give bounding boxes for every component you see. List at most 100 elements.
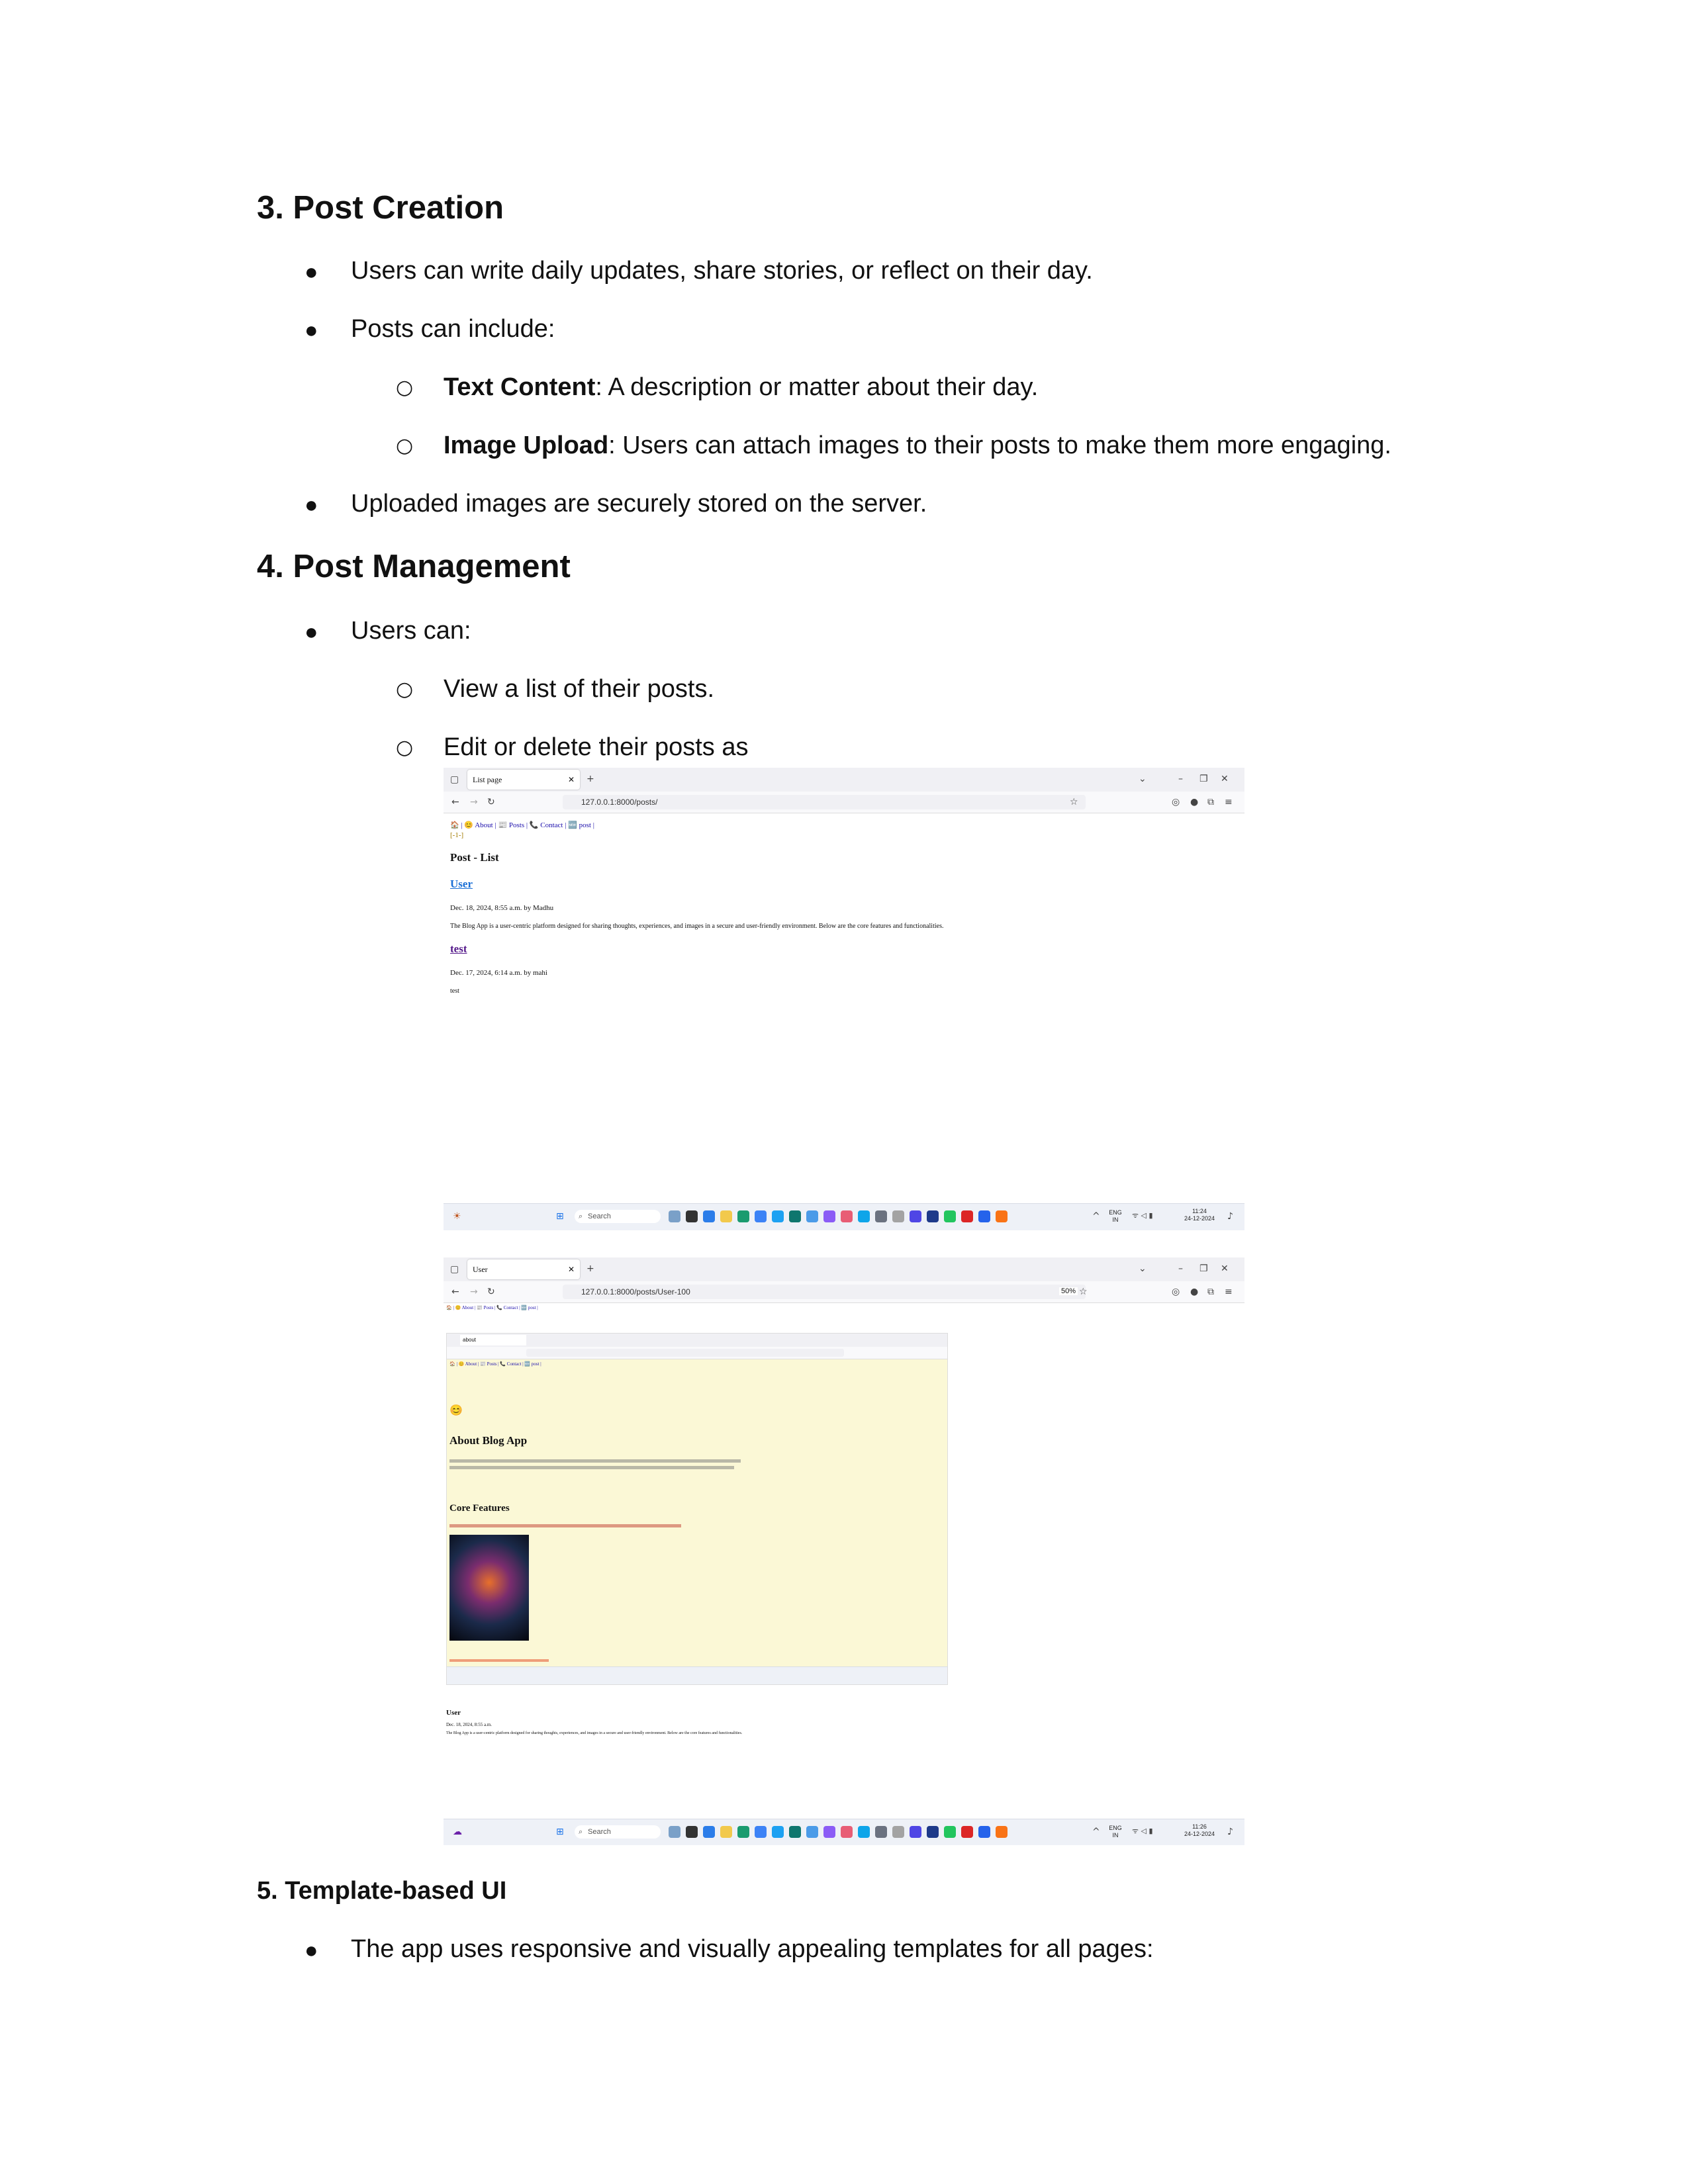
close-tab-icon[interactable]: ✕ (568, 1259, 575, 1279)
page-title: Post - List (450, 851, 499, 864)
bullet-icon: ● (305, 1938, 318, 1963)
text-post-creation-sub2: Image Upload: Users can attach images to… (444, 432, 1391, 460)
url-field[interactable]: 127.0.0.1:8000/posts/User-100 (563, 1285, 1086, 1299)
screenshot-post-detail: ▢ User ✕ + ⌄ – ❐ ✕ ← → ↻ 127.0.0.1:8000/… (444, 1257, 1244, 1845)
star-icon[interactable]: ☆ (1070, 797, 1078, 807)
chevron-down-icon[interactable]: ⌄ (1139, 1264, 1147, 1273)
shield-icon[interactable]: ◎ (1172, 797, 1180, 807)
account-icon[interactable]: ● (1190, 1287, 1198, 1297)
text-post-creation-b2: Posts can include: (351, 315, 555, 343)
browser-tab-bar: ▢ User ✕ + ⌄ – ❐ ✕ (444, 1257, 1244, 1281)
post-meta: Dec. 18, 2024, 8:55 a.m. by Madhu (450, 904, 554, 912)
inner-site-nav: 🏠 | 😊 About | 📰 Posts | 📞 Contact | 🆕 po… (449, 1361, 541, 1367)
label-text-content: Text Content (444, 373, 596, 401)
new-tab-icon[interactable]: + (586, 774, 594, 784)
address-bar-row: ← → ↻ 127.0.0.1:8000/posts/User-100 50% … (444, 1281, 1244, 1303)
reload-icon[interactable]: ↻ (487, 1287, 495, 1297)
shield-icon[interactable]: ◎ (1172, 1287, 1180, 1297)
menu-icon[interactable]: ≡ (1225, 797, 1233, 807)
text-template-ui-b1: The app uses responsive and visually app… (351, 1935, 1154, 1963)
post-body: The Blog App is a user-centric platform … (446, 1731, 743, 1735)
windows-start-icon[interactable]: ⊞ (556, 1827, 564, 1837)
text-text-content: : A description or matter about their da… (595, 373, 1039, 401)
inner-tab-bar: about (447, 1334, 947, 1347)
label-image-upload: Image Upload (444, 432, 609, 459)
heading-template-ui: 5. Template-based UI (257, 1877, 507, 1905)
text-post-management-b1: Users can: (351, 617, 471, 645)
back-icon[interactable]: ← (451, 797, 459, 807)
wifi-volume-battery-icon[interactable]: ᯤ ◁ ▮ (1132, 1212, 1153, 1219)
window-close-icon[interactable]: ✕ (1221, 1264, 1229, 1273)
star-icon[interactable]: ☆ (1079, 1287, 1088, 1297)
post-title-link[interactable]: test (450, 942, 467, 956)
bullet-icon: ● (305, 619, 318, 645)
taskbar-apps[interactable] (669, 1210, 1008, 1222)
windows-taskbar: ☁ ⊞ ⌕ Search ^ ENG IN ᯤ ◁ ▮ 11:26 24-12-… (444, 1819, 1244, 1845)
taskbar-search-label: Search (588, 1828, 611, 1836)
taskbar-time: 11:24 (1192, 1208, 1207, 1214)
menu-icon[interactable]: ≡ (1225, 1287, 1233, 1297)
forward-icon[interactable]: → (470, 797, 478, 807)
minimize-icon[interactable]: – (1178, 1264, 1183, 1273)
site-nav[interactable]: 🏠 | 😊 About | 📰 Posts | 📞 Contact | 🆕 po… (450, 821, 594, 829)
bell-icon[interactable]: ♪ (1227, 1827, 1233, 1837)
close-tab-icon[interactable]: ✕ (568, 770, 575, 790)
heading-post-creation: 3. Post Creation (257, 190, 504, 226)
text-post-creation-b3: Uploaded images are securely stored on t… (351, 490, 927, 518)
site-nav-secondary[interactable]: [-1-] (450, 831, 463, 839)
browser-tab-bar: ▢ List page ✕ + ⌄ – ❐ ✕ (444, 768, 1244, 792)
taskbar-search[interactable]: ⌕ Search (575, 1210, 661, 1223)
window-close-icon[interactable]: ✕ (1221, 774, 1229, 784)
taskbar-clock[interactable]: 11:26 24-12-2024 (1178, 1823, 1221, 1838)
weather-icon[interactable]: ☀ (453, 1212, 461, 1221)
windows-start-icon[interactable]: ⊞ (556, 1212, 564, 1221)
sub-bullet-icon: ○ (396, 736, 414, 759)
inner-section-heading: Core Features (449, 1503, 510, 1514)
restore-icon[interactable]: ❐ (1199, 774, 1208, 784)
brain-artwork-image (449, 1535, 529, 1641)
inner-tab-title: about (460, 1335, 526, 1345)
browser-tab[interactable]: User ✕ (467, 1259, 580, 1279)
extensions-icon[interactable]: ⧉ (1207, 1287, 1214, 1297)
taskbar-language[interactable]: ENG IN (1105, 1209, 1125, 1224)
taskbar-date: 24-12-2024 (1184, 1831, 1215, 1837)
text-post-creation-b1: Users can write daily updates, share sto… (351, 257, 1093, 285)
browser-tab[interactable]: List page ✕ (467, 770, 580, 790)
bell-icon[interactable]: ♪ (1227, 1212, 1233, 1221)
site-nav[interactable]: 🏠 | 😊 About | 📰 Posts | 📞 Contact | 🆕 po… (446, 1305, 538, 1310)
back-icon[interactable]: ← (451, 1287, 459, 1297)
minimize-icon[interactable]: – (1178, 774, 1183, 784)
inner-feature-line (449, 1524, 681, 1527)
chevron-up-icon[interactable]: ^ (1092, 1212, 1100, 1221)
post-title-link[interactable]: User (450, 878, 473, 891)
weather-icon[interactable]: ☁ (453, 1827, 462, 1837)
reload-icon[interactable]: ↻ (487, 797, 495, 807)
forward-icon[interactable]: → (470, 1287, 478, 1297)
taskbar-clock[interactable]: 11:24 24-12-2024 (1178, 1208, 1221, 1222)
extensions-icon[interactable]: ⧉ (1207, 797, 1214, 807)
chevron-down-icon[interactable]: ⌄ (1139, 774, 1147, 784)
tab-title: List page (473, 775, 502, 784)
tab-menu-icon[interactable]: ▢ (450, 1265, 459, 1274)
account-icon[interactable]: ● (1190, 797, 1198, 807)
restore-icon[interactable]: ❐ (1199, 1264, 1208, 1273)
tab-menu-icon[interactable]: ▢ (450, 775, 459, 784)
heading-post-management: 4. Post Management (257, 549, 571, 584)
wifi-volume-battery-icon[interactable]: ᯤ ◁ ▮ (1132, 1827, 1153, 1835)
new-tab-icon[interactable]: + (586, 1264, 594, 1273)
smile-icon: 😊 (449, 1405, 463, 1416)
sub-bullet-icon: ○ (396, 678, 414, 701)
taskbar-apps[interactable] (669, 1826, 1008, 1838)
post-body: The Blog App is a user-centric platform … (450, 923, 944, 930)
chevron-up-icon[interactable]: ^ (1092, 1827, 1100, 1837)
taskbar-search[interactable]: ⌕ Search (575, 1825, 661, 1839)
taskbar-language[interactable]: ENG IN (1105, 1825, 1125, 1839)
inner-paragraph-line (449, 1466, 734, 1469)
bullet-icon: ● (305, 259, 318, 285)
sub-bullet-icon: ○ (396, 376, 414, 399)
zoom-level[interactable]: 50% (1059, 1287, 1078, 1295)
url-field[interactable]: 127.0.0.1:8000/posts/ (563, 795, 1086, 809)
inner-heading: About Blog App (449, 1434, 528, 1447)
bullet-icon: ● (305, 492, 318, 518)
inner-paragraph-line (449, 1459, 741, 1463)
